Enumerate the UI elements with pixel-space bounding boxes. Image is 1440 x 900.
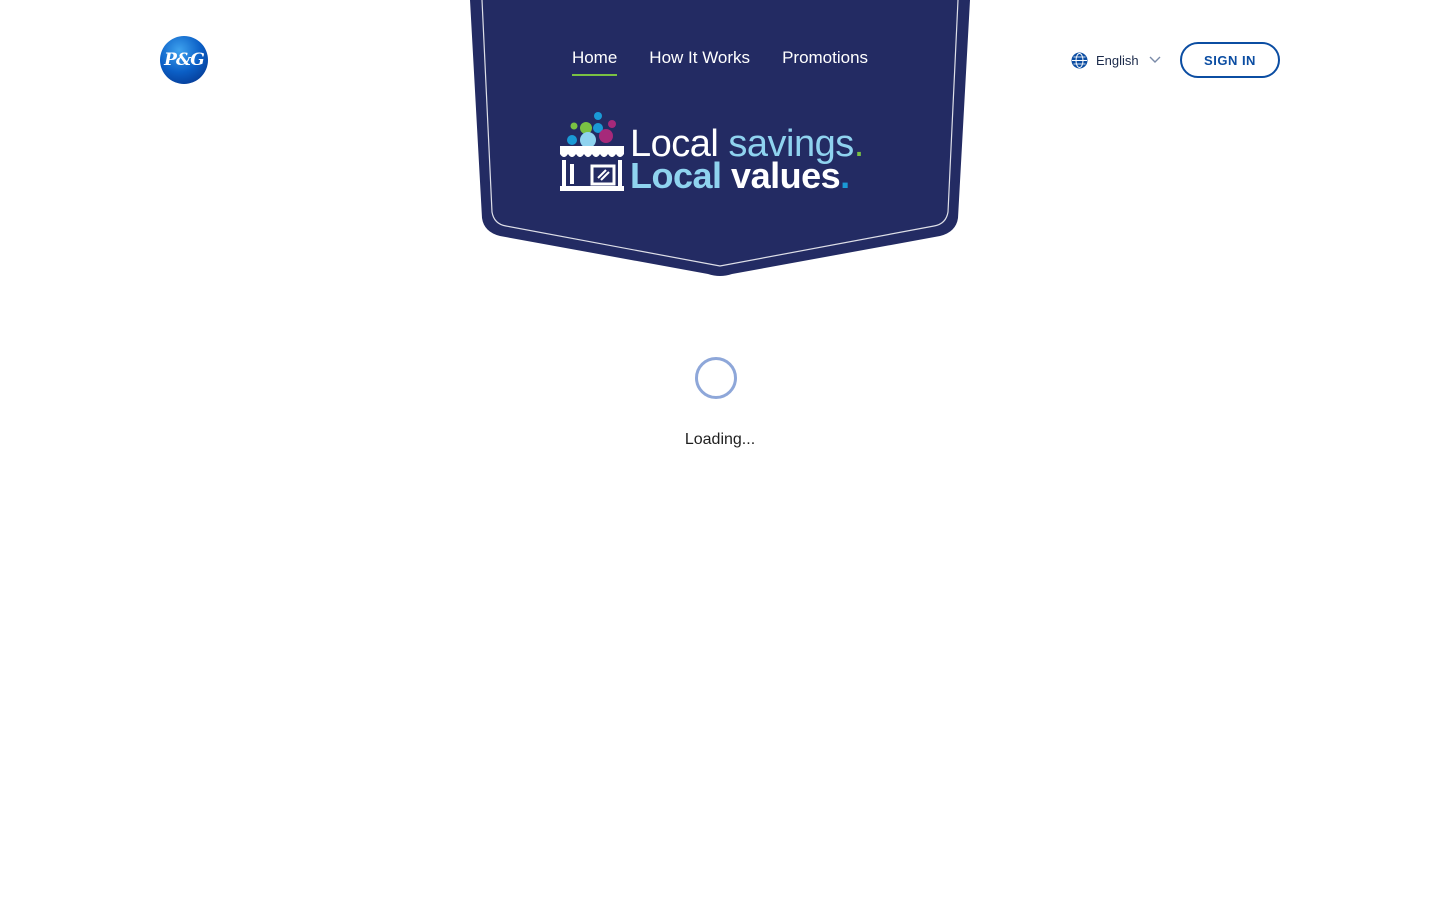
storefront-icon: [560, 112, 624, 191]
hero-line-2: Local values.: [630, 156, 850, 196]
chevron-down-icon: [1149, 56, 1161, 63]
sign-in-button[interactable]: SIGN IN: [1180, 42, 1280, 78]
hero-word-local-2: Local: [630, 155, 722, 196]
hero-word-values: values: [731, 155, 841, 196]
globe-icon: [1071, 52, 1088, 68]
page: P&G Home How It Works Promotions Local s…: [0, 0, 1440, 900]
hero-dot-2: .: [840, 155, 850, 196]
nav-promotions[interactable]: Promotions: [782, 46, 868, 76]
language-selector[interactable]: English: [1071, 50, 1161, 70]
main-nav: Home How It Works Promotions: [470, 46, 970, 76]
nav-how-it-works[interactable]: How It Works: [649, 46, 750, 76]
loading-text: Loading...: [684, 431, 756, 448]
nav-home[interactable]: Home: [571, 46, 618, 76]
pg-logo[interactable]: P&G: [160, 36, 208, 84]
pg-logo-text: P&G: [164, 50, 205, 70]
local-savings-logo: Local savings. Local values.: [558, 110, 888, 196]
language-label: English: [1096, 52, 1139, 68]
loading-spinner-icon: [695, 357, 737, 399]
hero-dot-1: .: [853, 123, 865, 165]
